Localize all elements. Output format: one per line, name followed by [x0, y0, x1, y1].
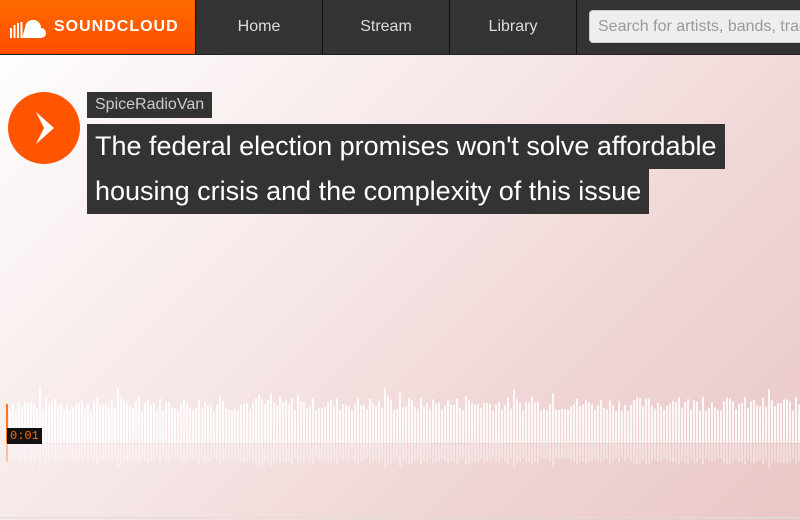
track-title-line-1: The federal election promises won't solv… — [87, 124, 725, 169]
artist-name[interactable]: SpiceRadioVan — [87, 92, 213, 118]
current-time: 0:01 — [7, 428, 42, 444]
play-icon — [36, 112, 54, 144]
track-title: The federal election promises won't solv… — [87, 124, 787, 214]
nav-home[interactable]: Home — [195, 0, 322, 54]
nav-stream[interactable]: Stream — [322, 0, 449, 54]
play-button[interactable] — [8, 92, 80, 164]
nav-library[interactable]: Library — [449, 0, 577, 54]
search-input[interactable] — [589, 10, 800, 43]
divider — [0, 517, 800, 518]
waveform[interactable] — [0, 375, 800, 475]
track-title-line-2: housing crisis and the complexity of thi… — [87, 169, 650, 214]
logo-text: SOUNDCLOUD — [54, 18, 179, 35]
soundcloud-logo[interactable]: SOUNDCLOUD — [0, 0, 195, 54]
top-navigation-bar: SOUNDCLOUD Home Stream Library — [0, 0, 800, 55]
cloud-icon — [10, 19, 46, 38]
